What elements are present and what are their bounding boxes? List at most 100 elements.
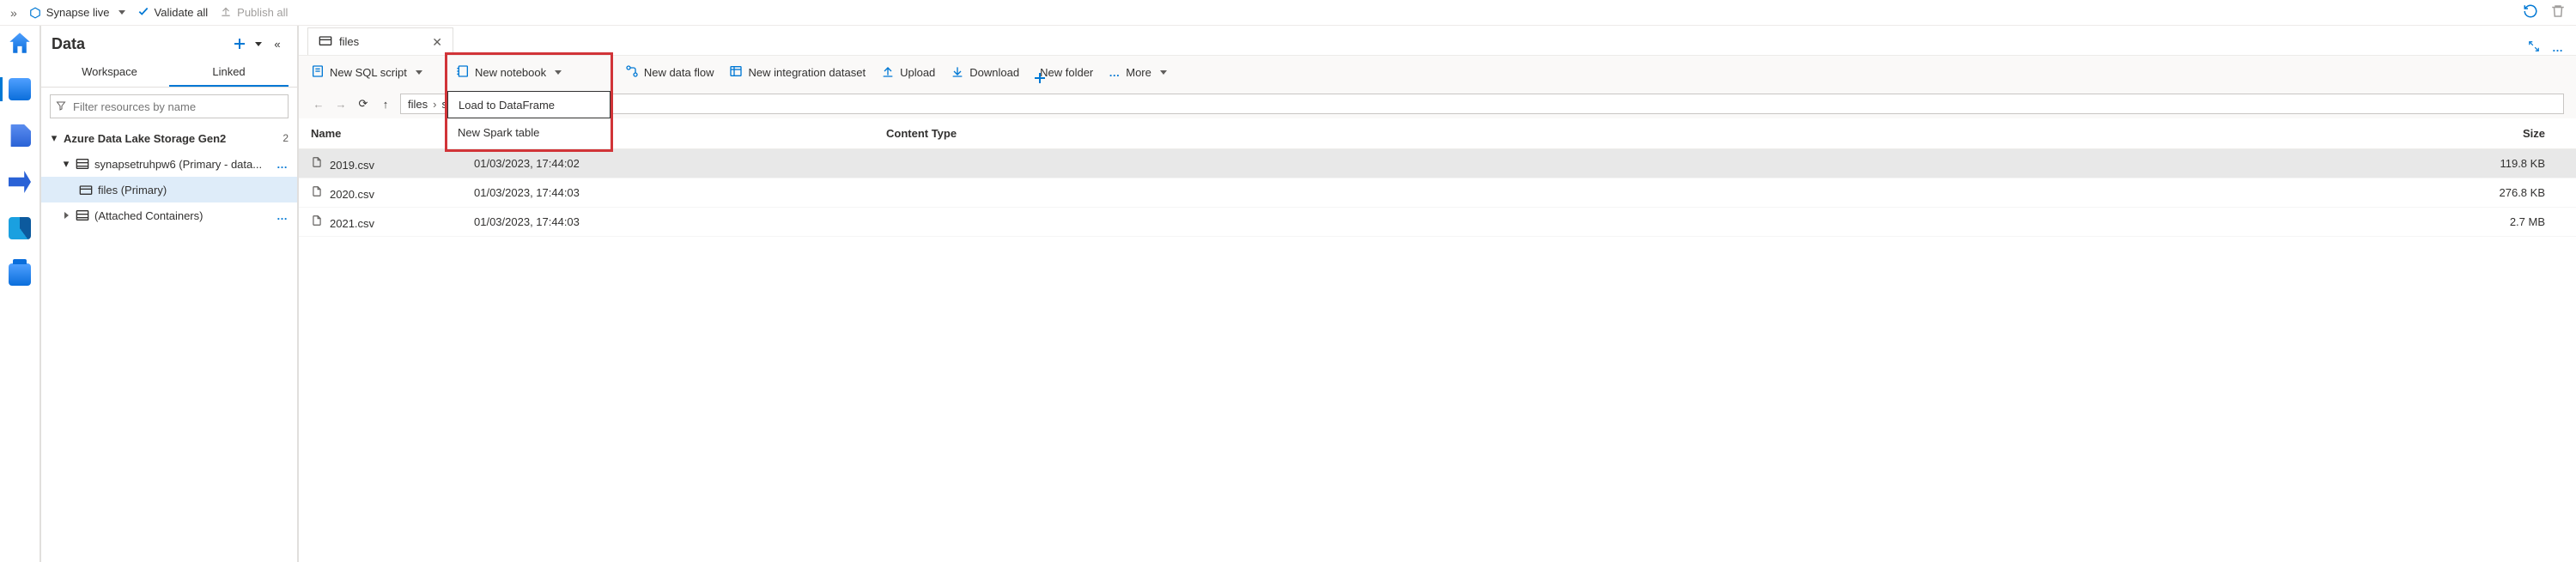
file-table-body: 2019.csv01/03/2023, 17:44:02119.8 KB 2020… bbox=[299, 149, 2576, 237]
breadcrumb-seg-1[interactable]: files bbox=[408, 98, 428, 111]
tree-container-label: files (Primary) bbox=[98, 184, 289, 196]
tree-container-files[interactable]: files (Primary) bbox=[41, 177, 297, 202]
file-icon bbox=[311, 188, 323, 201]
new-sql-script-button[interactable]: New SQL script bbox=[311, 64, 422, 81]
collapse-panel-button[interactable]: « bbox=[268, 34, 287, 53]
tab-workspace[interactable]: Workspace bbox=[50, 58, 169, 87]
file-icon bbox=[311, 217, 323, 230]
resource-tree: ▾ Azure Data Lake Storage Gen2 2 ▾ synap… bbox=[41, 125, 297, 228]
chevron-down-icon bbox=[1160, 70, 1167, 75]
more-button[interactable]: … More bbox=[1109, 66, 1167, 79]
dropdown-load-dataframe[interactable]: Load to DataFrame bbox=[447, 91, 611, 118]
tab-linked[interactable]: Linked bbox=[169, 58, 289, 87]
editor-tab-label: files bbox=[339, 35, 359, 48]
file-modified: 01/03/2023, 17:44:03 bbox=[474, 186, 886, 199]
validate-all-label: Validate all bbox=[155, 6, 209, 19]
file-modified: 01/03/2023, 17:44:03 bbox=[474, 215, 886, 228]
file-name: 2019.csv bbox=[330, 159, 374, 172]
file-row[interactable]: 2019.csv01/03/2023, 17:44:02119.8 KB bbox=[299, 149, 2576, 178]
editor-tab-strip: files ✕ … bbox=[299, 26, 2576, 55]
expand-rail-icon[interactable]: » bbox=[10, 6, 17, 20]
gauge-icon bbox=[9, 217, 31, 239]
workspace-mode-selector[interactable]: Synapse live bbox=[29, 6, 125, 19]
more-actions-button[interactable]: … bbox=[276, 158, 289, 171]
tree-root-label: Azure Data Lake Storage Gen2 bbox=[64, 132, 277, 145]
nav-forward-button[interactable]: → bbox=[333, 98, 349, 111]
maximize-button[interactable] bbox=[2528, 40, 2540, 55]
rail-home[interactable] bbox=[8, 31, 32, 55]
new-integration-dataset-button[interactable]: New integration dataset bbox=[729, 64, 866, 81]
new-notebook-button[interactable]: New notebook bbox=[447, 55, 570, 89]
breadcrumb-row: ← → ⟳ ↑ files › sa bbox=[299, 89, 2576, 118]
download-button[interactable]: Download bbox=[951, 64, 1019, 81]
editor-tab-files[interactable]: files ✕ bbox=[307, 27, 453, 55]
filter-resources[interactable] bbox=[50, 94, 289, 118]
file-name: 2020.csv bbox=[330, 188, 374, 201]
tree-attached-containers[interactable]: (Attached Containers) … bbox=[41, 202, 297, 228]
col-header-size[interactable]: Size bbox=[1187, 127, 2564, 140]
file-table-header: Name Last Modified Content Type Size bbox=[299, 118, 2576, 149]
tab-more-button[interactable]: … bbox=[2552, 41, 2564, 54]
panel-menu-button[interactable] bbox=[249, 34, 268, 53]
new-folder-button[interactable]: New folder bbox=[1035, 66, 1093, 79]
data-panel-header: Data « bbox=[41, 34, 297, 58]
delete-button[interactable] bbox=[2550, 3, 2566, 21]
refresh-button[interactable] bbox=[2523, 3, 2538, 21]
file-row[interactable]: 2020.csv01/03/2023, 17:44:03276.8 KB bbox=[299, 178, 2576, 208]
rail-data[interactable] bbox=[8, 77, 32, 101]
file-toolbar: New SQL script New notebook Load to Data… bbox=[299, 55, 2576, 89]
sql-icon bbox=[311, 64, 325, 81]
filter-input[interactable] bbox=[71, 100, 283, 114]
chevron-down-icon bbox=[118, 10, 125, 15]
download-label: Download bbox=[969, 66, 1019, 79]
new-dataflow-label: New data flow bbox=[644, 66, 714, 79]
validate-all-button[interactable]: Validate all bbox=[137, 5, 209, 20]
rail-develop[interactable] bbox=[8, 124, 32, 148]
storage-icon bbox=[76, 208, 89, 222]
pipeline-icon bbox=[9, 171, 31, 193]
data-panel-title: Data bbox=[52, 35, 230, 53]
caret-right-icon bbox=[62, 212, 70, 219]
publish-all-button[interactable]: Publish all bbox=[220, 5, 288, 20]
caret-down-icon: ▾ bbox=[50, 131, 58, 145]
main-layout: Data « Workspace Linked ▾ Azure Data Lak… bbox=[0, 26, 2576, 562]
data-panel-tabs: Workspace Linked bbox=[41, 58, 297, 88]
rail-monitor[interactable] bbox=[8, 216, 32, 240]
breadcrumb-sep: › bbox=[433, 98, 436, 111]
database-icon bbox=[9, 78, 31, 100]
nav-refresh-button[interactable]: ⟳ bbox=[355, 97, 371, 111]
tree-attached-label: (Attached Containers) bbox=[94, 209, 271, 222]
add-resource-button[interactable] bbox=[230, 34, 249, 53]
more-actions-button[interactable]: … bbox=[276, 209, 289, 222]
new-notebook-label: New notebook bbox=[475, 66, 546, 79]
nav-back-button[interactable]: ← bbox=[311, 98, 326, 111]
col-header-type[interactable]: Content Type bbox=[886, 127, 1187, 140]
tree-root-adls[interactable]: ▾ Azure Data Lake Storage Gen2 2 bbox=[41, 125, 297, 151]
new-data-flow-button[interactable]: New data flow bbox=[625, 64, 714, 81]
rail-active-indicator bbox=[0, 77, 3, 101]
rail-integrate[interactable] bbox=[8, 170, 32, 194]
nav-up-button[interactable]: ↑ bbox=[378, 98, 393, 111]
tree-account-label: synapsetruhpw6 (Primary - data... bbox=[94, 158, 271, 171]
ellipsis-icon: … bbox=[1109, 66, 1121, 79]
dataset-icon bbox=[729, 64, 743, 81]
chevron-down-icon bbox=[416, 70, 422, 75]
container-icon bbox=[79, 183, 93, 196]
upload-label: Upload bbox=[900, 66, 935, 79]
rail-manage[interactable] bbox=[8, 263, 32, 287]
container-icon bbox=[319, 34, 332, 49]
file-icon bbox=[311, 159, 323, 172]
dropdown-new-spark-table[interactable]: New Spark table bbox=[447, 118, 611, 146]
tree-storage-account[interactable]: ▾ synapsetruhpw6 (Primary - data... … bbox=[41, 151, 297, 177]
nav-rail bbox=[0, 26, 41, 562]
caret-down-icon: ▾ bbox=[62, 157, 70, 171]
file-row[interactable]: 2021.csv01/03/2023, 17:44:032.7 MB bbox=[299, 208, 2576, 237]
publish-all-label: Publish all bbox=[237, 6, 288, 19]
breadcrumb-path[interactable]: files › sa bbox=[400, 94, 2564, 114]
new-sql-label: New SQL script bbox=[330, 66, 407, 79]
upload-icon bbox=[881, 64, 895, 81]
toolbox-icon bbox=[9, 263, 31, 286]
close-tab-button[interactable]: ✕ bbox=[432, 36, 442, 48]
upload-button[interactable]: Upload bbox=[881, 64, 935, 81]
more-label: More bbox=[1126, 66, 1151, 79]
